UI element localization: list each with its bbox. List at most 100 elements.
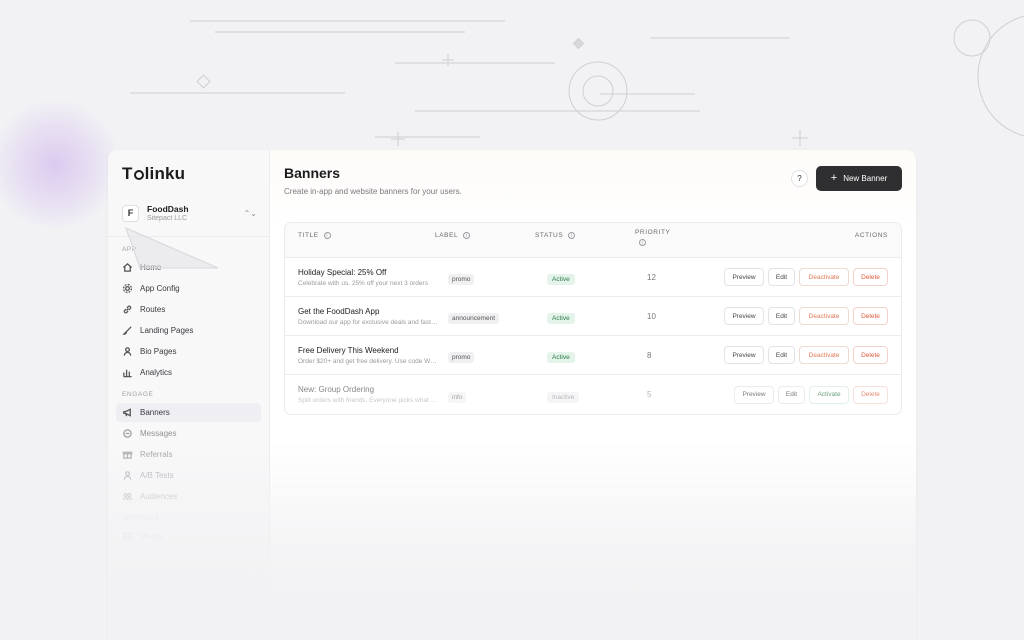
sidebar-item-label: Media <box>140 532 162 541</box>
sidebar-item-audiences[interactable]: Audiences <box>116 487 261 506</box>
sidebar-item-messages[interactable]: Messages <box>116 424 261 443</box>
activate-button[interactable]: Activate <box>809 385 849 404</box>
column-header-actions: ACTIONS <box>711 223 901 257</box>
delete-button[interactable]: Delete <box>853 307 888 325</box>
banner-title: Holiday Special: 25% Off <box>298 267 387 277</box>
delete-button[interactable]: Delete <box>853 346 888 364</box>
column-header-label: PRIORITY <box>635 229 671 236</box>
banner-description: Order $20+ and get free delivery. Use co… <box>298 357 438 365</box>
priority-value: 12 <box>647 272 656 282</box>
info-icon[interactable]: i <box>639 239 646 246</box>
preview-button[interactable]: Preview <box>724 346 764 364</box>
column-header-label: LABEL <box>435 232 459 239</box>
column-header-label-col[interactable]: LABEL i <box>435 223 535 257</box>
banner-title: Get the FoodDash App <box>298 306 380 316</box>
column-header-label: ACTIONS <box>854 232 888 239</box>
label-badge: announcement <box>448 313 500 324</box>
banner-title: Free Delivery This Weekend <box>298 345 399 355</box>
label-badge: info <box>448 391 467 403</box>
banner-description: Download our app for exclusive deals and… <box>298 318 438 326</box>
background-glow <box>0 100 120 230</box>
sidebar-item-routes[interactable]: Routes <box>116 300 261 319</box>
deactivate-button[interactable]: Deactivate <box>799 346 849 364</box>
table-row[interactable]: Get the FoodDash App Download our app fo… <box>285 297 901 336</box>
preview-button[interactable]: Preview <box>724 307 764 325</box>
status-badge: Active <box>547 352 575 363</box>
logo-suffix: linku <box>144 164 186 183</box>
info-icon[interactable]: i <box>323 232 331 239</box>
status-badge: Active <box>547 313 575 324</box>
edit-button[interactable]: Edit <box>768 268 795 286</box>
table-row[interactable]: New: Group Ordering Split orders with fr… <box>285 375 901 414</box>
sidebar-item-home[interactable]: Home <box>116 258 261 277</box>
info-icon[interactable]: i <box>463 232 471 239</box>
preview-button[interactable]: Preview <box>734 385 774 404</box>
sidebar-section-settings: SETTINGS <box>122 515 160 522</box>
group-icon <box>121 491 133 503</box>
sidebar-item-media[interactable]: Media <box>116 527 261 546</box>
sidebar-item-label: Bio Pages <box>140 347 177 356</box>
logo-prefix: T <box>122 164 133 183</box>
deactivate-button[interactable]: Deactivate <box>799 268 849 286</box>
table-row[interactable]: Free Delivery This Weekend Order $20+ an… <box>285 336 901 375</box>
sidebar-item-referrals[interactable]: Referrals <box>116 445 261 464</box>
sidebar-item-ab-tests[interactable]: A/B Tests <box>116 466 261 485</box>
link-icon <box>121 304 133 316</box>
column-header-label: TITLE <box>298 232 319 239</box>
sidebar-item-label: Banners <box>140 408 170 417</box>
delete-button[interactable]: Delete <box>853 268 888 286</box>
info-icon[interactable]: i <box>568 232 576 239</box>
banner-description: Split orders with friends. Everyone pick… <box>298 397 438 404</box>
edit-button[interactable]: Edit <box>778 385 805 404</box>
delete-button[interactable]: Delete <box>853 385 888 404</box>
users-icon <box>121 470 133 482</box>
page-title: Banners <box>284 165 341 181</box>
sidebar-item-bio-pages[interactable]: Bio Pages <box>116 342 261 361</box>
column-header-status[interactable]: STATUS i <box>535 223 635 257</box>
label-badge: promo <box>448 274 475 285</box>
sidebar-item-label: Referrals <box>140 450 173 459</box>
home-icon <box>121 262 133 274</box>
chevron-up-down-icon: ⌃⌄ <box>243 208 257 218</box>
sidebar-item-label: A/B Tests <box>140 471 174 480</box>
deactivate-button[interactable]: Deactivate <box>799 307 849 325</box>
banners-table: TITLE i LABEL i STATUS i PRIORITY i ACTI… <box>284 222 902 415</box>
sidebar-item-label: Analytics <box>140 368 173 377</box>
sidebar-item-app-config[interactable]: App Config <box>116 279 261 298</box>
org-name: FoodDash <box>147 204 189 214</box>
gift-icon <box>121 449 133 461</box>
image-icon <box>121 531 133 543</box>
status-badge: Inactive <box>547 391 580 403</box>
brand-logo[interactable]: Tlinku <box>108 162 269 186</box>
help-button[interactable]: ? <box>791 170 808 187</box>
priority-value: 8 <box>647 350 652 360</box>
org-subtitle: Sitepact LLC <box>147 215 188 222</box>
org-avatar: F <box>122 204 139 222</box>
new-banner-button[interactable]: + New Banner <box>816 166 902 191</box>
preview-button[interactable]: Preview <box>724 268 764 286</box>
user-icon <box>121 346 133 358</box>
app-window: Tlinku F FoodDash Sitepact LLC ⌃⌄ APP Ho… <box>108 150 916 640</box>
sidebar-item-label: Routes <box>140 305 166 314</box>
sidebar-item-label: Landing Pages <box>140 326 194 335</box>
column-header-priority[interactable]: PRIORITY i <box>635 223 711 257</box>
brush-icon <box>121 325 133 337</box>
sidebar-item-analytics[interactable]: Analytics <box>116 363 261 382</box>
new-banner-label: New Banner <box>843 174 888 183</box>
bar-chart-icon <box>121 367 133 379</box>
sidebar-item-banners[interactable]: Banners <box>116 403 261 422</box>
org-switcher[interactable]: F FoodDash Sitepact LLC ⌃⌄ <box>108 198 269 228</box>
edit-button[interactable]: Edit <box>768 346 795 364</box>
status-badge: Active <box>547 274 575 285</box>
banner-description: Celebrate with us. 25% off your next 3 o… <box>298 279 428 287</box>
sidebar-item-landing-pages[interactable]: Landing Pages <box>116 321 261 340</box>
edit-button[interactable]: Edit <box>768 307 795 325</box>
sidebar-section-engage: ENGAGE <box>122 391 154 398</box>
sidebar-item-label: Messages <box>140 429 177 438</box>
chat-icon <box>121 428 133 440</box>
sidebar-item-label: App Config <box>140 284 180 293</box>
main-content: Banners Create in-app and website banner… <box>270 150 916 640</box>
column-header-title[interactable]: TITLE i <box>285 223 435 257</box>
table-row[interactable]: Holiday Special: 25% Off Celebrate with … <box>285 258 901 297</box>
banner-title: New: Group Ordering <box>298 385 375 394</box>
